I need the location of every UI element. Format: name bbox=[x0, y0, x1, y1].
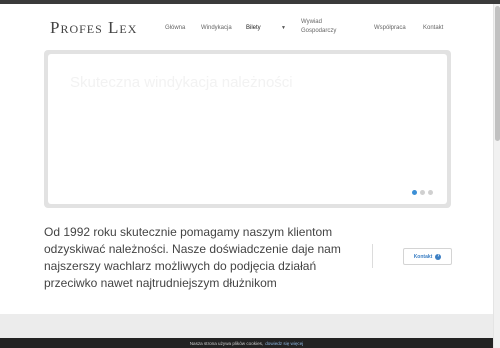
slider-dot-1[interactable] bbox=[412, 190, 417, 195]
nav-item-glowna[interactable]: Główna bbox=[165, 24, 185, 33]
nav-item-wywiad-gospodarczy[interactable]: Wywiad Gospodarczy bbox=[301, 18, 345, 36]
contact-button-label: Kontakt bbox=[413, 253, 433, 260]
arrow-right-icon: › bbox=[435, 253, 442, 260]
nav-item-wspolpraca[interactable]: Współpraca bbox=[374, 24, 406, 33]
page-scrollbar[interactable] bbox=[493, 4, 500, 348]
slide: Skuteczna windykacja należności bbox=[48, 54, 447, 204]
site-logo[interactable]: Profes Lex bbox=[50, 18, 137, 38]
intro-text: Od 1992 roku skutecznie pomagamy naszym … bbox=[44, 225, 341, 290]
slider-dots bbox=[412, 190, 433, 195]
slider-dot-2[interactable] bbox=[420, 190, 425, 195]
cookie-banner: Nasza strona używa plików cookies, dowie… bbox=[0, 338, 493, 348]
cookie-text: Nasza strona używa plików cookies, bbox=[189, 340, 264, 346]
divider bbox=[372, 244, 373, 268]
hero-slider[interactable]: Skuteczna windykacja należności bbox=[44, 50, 451, 208]
scrollbar-thumb[interactable] bbox=[495, 6, 500, 141]
slide-title: Skuteczna windykacja należności bbox=[70, 74, 293, 91]
slider-dot-3[interactable] bbox=[428, 190, 433, 195]
site-header: Profes Lex Główna Windykacja Bilety ▼ Wy… bbox=[0, 4, 493, 50]
nav-item-windykacja[interactable]: Windykacja bbox=[201, 24, 232, 33]
cookie-more-link[interactable]: dowiedz się więcej bbox=[265, 341, 303, 346]
nav-item-kontakt[interactable]: Kontakt bbox=[423, 24, 443, 33]
chevron-down-icon[interactable]: ▼ bbox=[281, 25, 286, 31]
contact-button[interactable]: Kontakt › bbox=[403, 248, 452, 265]
nav-item-bilety[interactable]: Bilety bbox=[246, 24, 261, 33]
